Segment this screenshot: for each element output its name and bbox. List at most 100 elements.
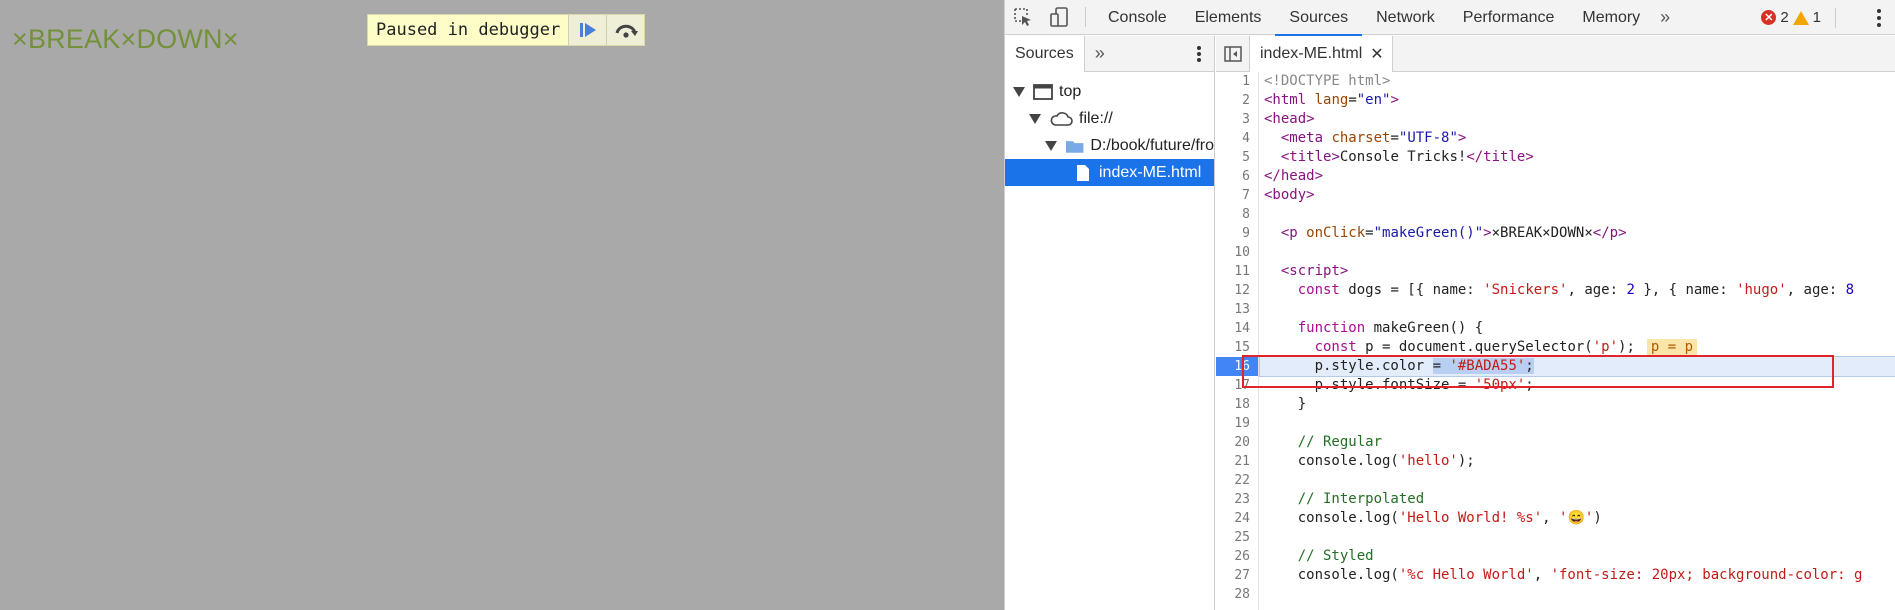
code-lines[interactable]: <!DOCTYPE html> <html lang="en"> <head> <m… [1259,72,1895,604]
close-tab-icon[interactable]: ✕ [1370,44,1383,64]
line-number[interactable]: 6 [1216,167,1258,186]
inspect-element-button[interactable] [1005,0,1041,35]
line-number[interactable]: 15 [1216,338,1258,357]
more-tabs-chevron-icon[interactable]: » [1654,7,1676,28]
line-number-gutter[interactable]: 1 2 3 4 5 6 7 8 9 10 11 12 13 14 15 16 17 18 19 20 21 22 23 24 2… [1216,72,1259,610]
code-line: <!DOCTYPE html> [1264,73,1391,89]
editor-tab-index-me[interactable]: index-ME.html ✕ [1250,35,1393,72]
issues-counter[interactable]: ✕ 2 1 [1761,0,1846,35]
code-line: function makeGreen() { [1297,320,1484,336]
line-number[interactable]: 1 [1216,72,1258,91]
frame-icon [1033,83,1053,100]
customize-devtools-kebab-icon[interactable] [1876,8,1882,33]
line-number[interactable]: 5 [1216,148,1258,167]
code-line: <meta charset="UTF-8"> [1280,130,1467,146]
line-number[interactable]: 19 [1216,414,1258,433]
line-number[interactable]: 27 [1216,566,1258,585]
code-line: <title>Console Tricks!</title> [1280,149,1534,165]
navigator-more-chevron-icon[interactable]: » [1085,43,1115,64]
line-number[interactable]: 4 [1216,129,1258,148]
tab-performance[interactable]: Performance [1449,0,1569,35]
code-line: // Interpolated [1297,491,1425,507]
devtools-panel: Console Elements Sources Network Perform… [1004,0,1895,610]
folder-icon [1065,140,1084,153]
line-number[interactable]: 25 [1216,528,1258,547]
paused-label: Paused in debugger [376,20,561,40]
line-number[interactable]: 21 [1216,452,1258,471]
line-number[interactable]: 8 [1216,205,1258,224]
step-over-button[interactable] [606,15,645,45]
line-number[interactable]: 20 [1216,433,1258,452]
line-number[interactable]: 12 [1216,281,1258,300]
tree-item-file-origin[interactable]: file:// [1005,105,1214,132]
inline-variable-value: p = p [1646,339,1698,355]
issues-divider [1835,7,1836,28]
inspect-cursor-icon [1014,8,1031,26]
step-over-icon [615,24,638,38]
file-icon [1077,164,1089,181]
navigator-kebab-icon[interactable] [1196,45,1202,68]
line-number[interactable]: 14 [1216,319,1258,338]
tab-elements[interactable]: Elements [1181,0,1276,35]
toggle-navigator-button[interactable] [1216,35,1250,72]
code-line: p.style.fontSize = '50px'; [1264,377,1534,393]
code-line: } [1264,396,1307,412]
page-viewport: ×BREAK×DOWN× Paused in debugger [0,0,1004,610]
cloud-icon [1050,111,1073,126]
line-number[interactable]: 3 [1216,110,1258,129]
tree-item-index-me-html[interactable]: index-ME.html [1005,159,1214,186]
resume-button[interactable] [568,15,607,45]
line-number[interactable]: 24 [1216,509,1258,528]
line-number[interactable]: 23 [1216,490,1258,509]
sources-navigator: Sources » top file:// D:/book/future/fro… [1005,35,1215,610]
navigator-tab-sources[interactable]: Sources [1005,35,1085,72]
code-line: <p onClick="makeGreen()">×BREAK×DOWN×</p… [1280,225,1627,241]
code-line: const dogs = [{ name: 'Snickers', age: 2… [1297,282,1855,298]
line-number[interactable]: 17 [1216,376,1258,395]
tab-sources[interactable]: Sources [1275,0,1362,36]
code-line: <html lang="en"> [1264,92,1399,108]
code-line: // Styled [1297,548,1374,564]
paused-execution-line: p.style.color = '#BADA55'; [1259,356,1895,377]
line-number[interactable]: 13 [1216,300,1258,319]
line-number[interactable]: 18 [1216,395,1258,414]
devtools-toolbar: Console Elements Sources Network Perform… [1005,0,1895,36]
code-line: console.log('hello'); [1264,453,1475,469]
error-icon: ✕ [1761,10,1777,25]
expand-triangle-icon [1045,140,1057,151]
line-number[interactable]: 26 [1216,547,1258,566]
code-line: console.log('%c Hello World', 'font-size… [1264,567,1863,583]
break-down-paragraph[interactable]: ×BREAK×DOWN× [12,24,239,55]
code-line: const p = document.querySelector('p'); p … [1260,338,1895,357]
tab-network[interactable]: Network [1362,0,1449,35]
line-number[interactable]: 22 [1216,471,1258,490]
line-number[interactable]: 9 [1216,224,1258,243]
editor-tab-label: index-ME.html [1260,44,1363,62]
warning-icon [1792,10,1809,25]
line-number[interactable]: 2 [1216,91,1258,110]
editor-tabstrip: index-ME.html ✕ [1216,35,1895,72]
tree-label: file:// [1079,109,1113,127]
code-line: <script> [1280,263,1349,279]
code-line: // Regular [1297,434,1383,450]
tab-console[interactable]: Console [1094,0,1181,35]
line-number[interactable]: 28 [1216,585,1258,604]
tab-memory[interactable]: Memory [1568,0,1654,35]
line-number[interactable]: 10 [1216,243,1258,262]
tree-label: index-ME.html [1099,163,1202,181]
tree-label: D:/book/future/fro [1090,136,1214,154]
breakpoint-line-number[interactable]: 16 [1216,357,1258,376]
tree-item-top[interactable]: top [1005,78,1214,105]
code-area[interactable]: 1 2 3 4 5 6 7 8 9 10 11 12 13 14 15 16 17 18 19 20 21 22 23 24 2… [1216,72,1895,610]
tree-item-folder[interactable]: D:/book/future/fro [1005,132,1214,159]
line-number[interactable]: 11 [1216,262,1258,281]
expand-triangle-icon [1013,86,1025,97]
device-toggle-icon [1050,7,1068,27]
line-number[interactable]: 7 [1216,186,1258,205]
code-line: <body> [1264,187,1315,203]
device-toolbar-button[interactable] [1041,0,1077,35]
